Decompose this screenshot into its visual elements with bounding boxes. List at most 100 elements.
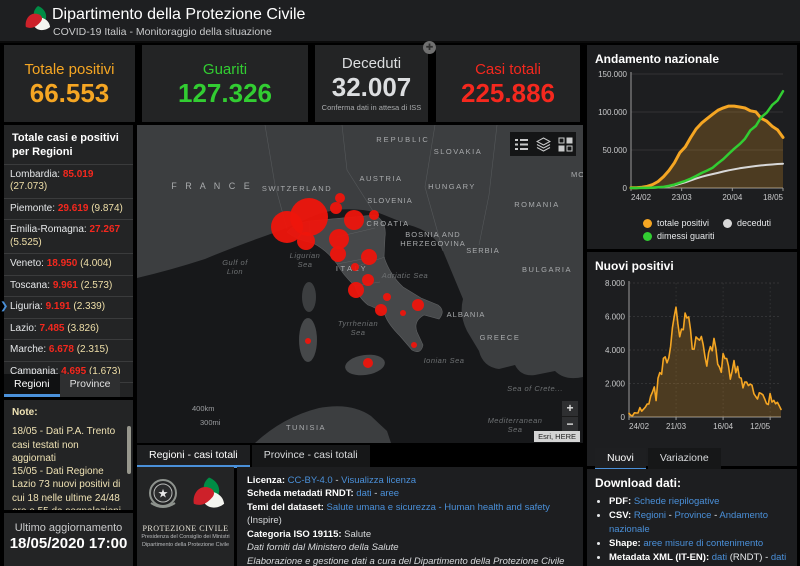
nuovi-title: Nuovi positivi xyxy=(595,259,674,273)
region-row[interactable]: Lazio: 7.485 (3.826) xyxy=(4,317,133,340)
bubble-abruzzo[interactable] xyxy=(362,274,374,286)
bubble-veneto[interactable] xyxy=(344,210,364,230)
basemap-icon[interactable] xyxy=(558,137,573,152)
bubble-marche[interactable] xyxy=(361,249,377,265)
link-visualizza-licenza[interactable]: Visualizza licenza xyxy=(341,475,416,486)
link-aree[interactable]: aree xyxy=(380,488,399,499)
y-tick: 50.000 xyxy=(603,146,628,155)
y-tick: 0 xyxy=(623,184,628,193)
tab-regioni[interactable]: Regioni xyxy=(4,374,60,397)
country-label-greece: GREECE xyxy=(480,333,521,342)
region-name: Emilia-Romagna: xyxy=(10,224,90,235)
italian-republic-emblem-icon: ★ xyxy=(143,475,183,520)
app-header: Dipartimento della Protezione Civile COV… xyxy=(0,0,800,43)
bubble-p-a-trento[interactable] xyxy=(330,202,342,214)
page-title: Dipartimento della Protezione Civile xyxy=(52,6,306,23)
page-subtitle: COVID-19 Italia - Monitoraggio della sit… xyxy=(53,26,272,38)
license-panel: Licenza: CC-BY-4.0 - Visualizza licenza S… xyxy=(237,467,583,566)
region-name: Marche: xyxy=(10,344,49,355)
andamento-title: Andamento nazionale xyxy=(595,52,720,66)
zoom-out-button[interactable]: − xyxy=(562,417,578,432)
legend-icon[interactable] xyxy=(514,137,529,152)
bubble-emilia-romagna[interactable] xyxy=(329,229,349,249)
link-salute-umana-e-sicurezza-human-health-and-safety[interactable]: Salute umana e sicurezza - Human health … xyxy=(327,502,550,513)
stat-value-totale-positivi: 66.553 xyxy=(29,78,110,108)
nuovi-tab-nuovi[interactable]: Nuovi xyxy=(595,448,646,471)
last-update-label: Ultimo aggiornamento xyxy=(14,522,123,534)
bubble-toscana[interactable] xyxy=(330,246,346,262)
svg-text:★: ★ xyxy=(157,487,168,501)
sea-label-ionian-sea: Ionian Sea xyxy=(424,356,465,365)
region-row[interactable]: Lombardia: 85.019 (27.073) xyxy=(4,163,133,198)
license-line: Temi del dataset: Salute umana e sicurez… xyxy=(247,501,573,528)
license-text: Dati forniti dal Ministero della Salute xyxy=(247,542,399,554)
link-aree-misure-di-contenimento[interactable]: aree misure di contenimento xyxy=(643,538,763,549)
map-canvas[interactable]: REPUBLIC SLOVAKIA F R A N C E SWITZERLAND AU… xyxy=(137,124,584,443)
regions-summary-panel: Totale casi e positivi per Regioni Lomba… xyxy=(4,125,133,420)
sea-label-adriatic-sea: Adriatic Sea xyxy=(381,271,428,280)
bubble-sardegna[interactable] xyxy=(305,338,311,344)
bubble-lombardia[interactable] xyxy=(290,198,328,236)
license-text: Categoria ISO 19115: xyxy=(247,528,342,540)
layers-icon[interactable] xyxy=(535,136,551,152)
stat-card-totale-positivi: Totale positivi 66.553 xyxy=(4,45,135,122)
region-name: Lombardia: xyxy=(10,168,63,180)
download-text: CSV: xyxy=(609,510,632,522)
license-lines: Licenza: CC-BY-4.0 - Visualizza licenza S… xyxy=(247,474,573,566)
x-tick: 23/03 xyxy=(672,193,693,202)
map-attribution: Esri, HERE xyxy=(534,431,580,442)
license-text: - xyxy=(371,488,381,500)
bubble-molise[interactable] xyxy=(383,293,391,301)
region-positive: (27.073) xyxy=(10,181,48,192)
link-dati[interactable]: dati xyxy=(712,552,727,563)
link-cc-by-4-0[interactable]: CC-BY-4.0 xyxy=(288,475,333,486)
region-name: Liguria: xyxy=(10,301,46,312)
region-name: Lazio: xyxy=(10,322,40,334)
region-positive: (3.826) xyxy=(67,322,99,334)
last-update-panel: Ultimo aggiornamento 18/05/2020 17:00 xyxy=(4,513,133,566)
region-row[interactable]: Veneto: 18.950 (4.004) xyxy=(4,253,133,275)
tab-province[interactable]: Province xyxy=(59,374,121,397)
download-text: Shape: xyxy=(609,538,641,550)
region-row[interactable]: Liguria: 9.191 (2.339) xyxy=(4,296,133,318)
link-province[interactable]: Province xyxy=(675,510,712,521)
region-row[interactable]: Marche: 6.678 (2.315) xyxy=(4,339,133,361)
license-text: - xyxy=(332,475,342,486)
download-text: Metadata XML (IT-EN): xyxy=(609,552,710,564)
map-tab-regioni-casi-totali[interactable]: Regioni - casi totali xyxy=(137,445,250,468)
zoom-in-button[interactable]: + xyxy=(562,401,578,417)
link-dati[interactable]: dati xyxy=(771,552,786,563)
notes-scrollbar[interactable] xyxy=(127,426,131,474)
x-tick: 24/02 xyxy=(631,193,652,202)
download-item: Shape: aree misure di contenimento xyxy=(609,537,789,551)
link-regioni[interactable]: Regioni xyxy=(634,510,666,521)
region-row[interactable]: Piemonte: 29.619 (9.874) xyxy=(4,197,133,220)
bubble-campania[interactable] xyxy=(375,304,387,316)
region-row[interactable]: Toscana: 9.961 (2.573) xyxy=(4,274,133,297)
link-schede-riepilogative[interactable]: Schede riepilogative xyxy=(634,496,720,507)
y-tick: 150.000 xyxy=(598,70,627,79)
dashboard: Dipartimento della Protezione Civile COV… xyxy=(0,0,800,566)
nuovi-tabs: Nuovi Variazione xyxy=(595,448,789,471)
region-row[interactable]: Emilia-Romagna: 27.267 (5.525) xyxy=(4,219,133,253)
bubble-p-a-bolzano[interactable] xyxy=(335,193,345,203)
bubble-sicilia[interactable] xyxy=(363,358,373,368)
bubble-puglia[interactable] xyxy=(412,299,424,311)
bubble-lazio[interactable] xyxy=(348,282,364,298)
expand-panel-icon[interactable]: ❯ xyxy=(0,301,8,312)
bubble-umbria[interactable] xyxy=(351,263,359,271)
bubble-calabria[interactable] xyxy=(411,342,417,348)
y-tick: 2.000 xyxy=(605,379,626,388)
bubble-basilicata[interactable] xyxy=(400,310,406,316)
bubble-liguria[interactable] xyxy=(297,232,315,250)
map-controls xyxy=(510,132,576,156)
nuovi-tab-variazione[interactable]: Variazione xyxy=(647,448,721,471)
link-dati[interactable]: dati xyxy=(356,488,371,499)
y-tick: 0 xyxy=(621,413,626,422)
drag-widget-icon[interactable]: ✚ xyxy=(423,41,436,54)
download-list: PDF: Schede riepilogativeCSV: Regioni - … xyxy=(609,495,789,566)
download-item: PDF: Schede riepilogative xyxy=(609,495,789,509)
bubble-friuli-venezia-giulia[interactable] xyxy=(369,210,379,220)
protezione-civile-logo-icon xyxy=(22,4,54,41)
map-tab-province-casi-totali[interactable]: Province - casi totali xyxy=(251,445,370,468)
